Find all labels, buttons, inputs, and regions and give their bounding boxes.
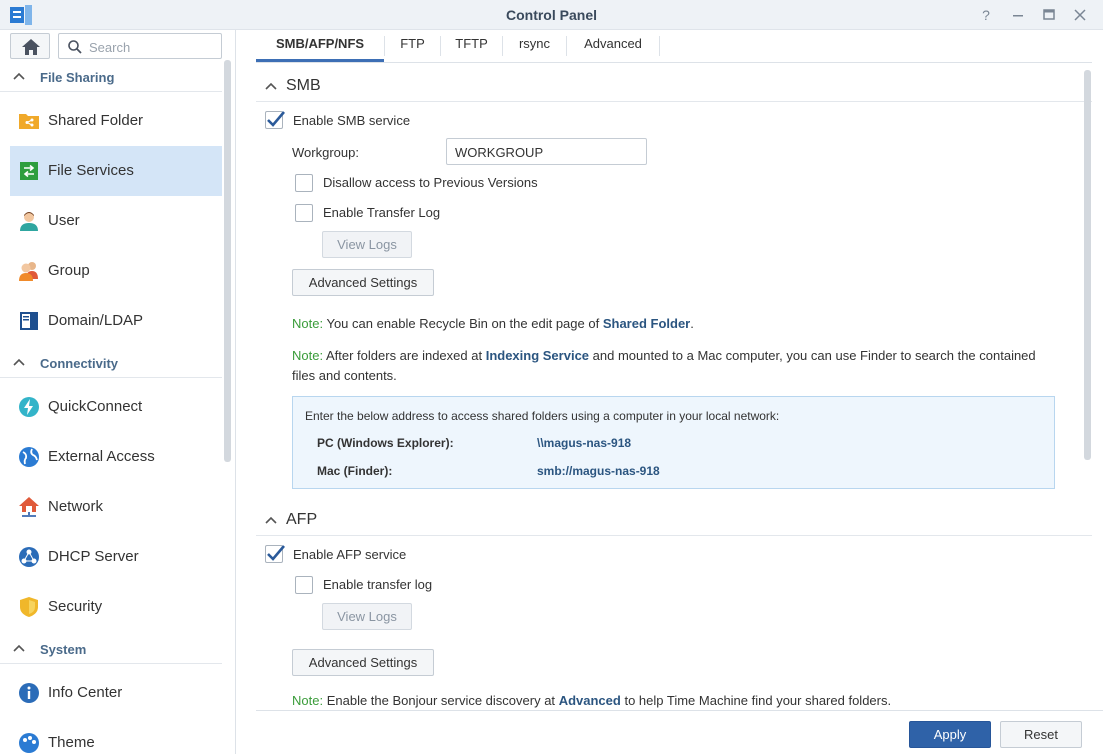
smb-note-indexing: Note: After folders are indexed at Index… (292, 348, 1036, 383)
globe-icon (19, 447, 39, 467)
workgroup-label: Workgroup: (292, 145, 359, 160)
indexing-service-link[interactable]: Indexing Service (486, 348, 589, 363)
shield-icon (20, 597, 38, 617)
sidebar: Search File Sharing Shared Folder File S… (0, 30, 236, 754)
tab-separator (659, 36, 660, 56)
reset-button[interactable]: Reset (1000, 721, 1082, 748)
afp-transfer-log-label: Enable transfer log (323, 577, 433, 592)
advanced-link[interactable]: Advanced (559, 693, 621, 708)
chevron-up-icon (265, 82, 277, 90)
content-scrollbar[interactable] (1084, 70, 1091, 460)
tab-ftp[interactable]: FTP (385, 30, 440, 62)
chevron-up-icon (13, 644, 25, 652)
enable-afp-checkbox[interactable] (265, 545, 285, 563)
mac-address-value: smb://magus-nas-918 (537, 464, 660, 478)
sidebar-item-dhcp-server[interactable]: DHCP Server (10, 532, 222, 582)
group-icon (19, 262, 38, 281)
sidebar-item-external-access[interactable]: External Access (10, 432, 222, 482)
sidebar-item-network[interactable]: Network (10, 482, 222, 532)
user-icon (20, 212, 38, 231)
sidebar-item-info-center[interactable]: Info Center (10, 668, 222, 718)
pc-address-label: PC (Windows Explorer): (317, 436, 454, 450)
window-title: Control Panel (505, 7, 597, 23)
checkmark-icon (267, 111, 285, 127)
search-icon (68, 40, 82, 54)
section-header-smb[interactable]: SMB (256, 68, 1092, 102)
section-header-afp[interactable]: AFP (256, 502, 1092, 536)
help-icon[interactable]: ? (976, 5, 996, 25)
footer-bar: Apply Reset (256, 710, 1103, 754)
home-button[interactable] (10, 33, 50, 59)
minimize-icon[interactable] (1008, 5, 1028, 25)
address-intro-text: Enter the below address to access shared… (305, 409, 780, 423)
chevron-up-icon (265, 516, 277, 524)
category-system[interactable]: System (0, 634, 222, 664)
main-content: SMB Enable SMB service Workgroup: WORKGR… (256, 63, 1092, 710)
category-file-sharing[interactable]: File Sharing (0, 62, 222, 92)
tab-rsync[interactable]: rsync (503, 30, 566, 62)
sidebar-item-file-services[interactable]: File Services (10, 146, 222, 196)
category-connectivity[interactable]: Connectivity (0, 348, 222, 378)
shared-folder-link[interactable]: Shared Folder (603, 316, 690, 331)
enable-smb-checkbox[interactable] (265, 111, 285, 129)
afp-transfer-log-checkbox[interactable] (295, 576, 313, 594)
workgroup-input[interactable]: WORKGROUP (446, 138, 647, 165)
smb-advanced-settings-button[interactable]: Advanced Settings (292, 269, 434, 296)
sidebar-scrollbar[interactable] (224, 60, 231, 462)
smb-address-info-box: Enter the below address to access shared… (292, 396, 1055, 489)
sidebar-item-security[interactable]: Security (10, 582, 222, 632)
domain-icon (20, 312, 38, 330)
tab-tftp[interactable]: TFTP (441, 30, 502, 62)
mac-address-label: Mac (Finder): (317, 464, 393, 478)
apply-button[interactable]: Apply (909, 721, 991, 748)
chevron-up-icon (13, 72, 25, 80)
section-title-afp: AFP (286, 511, 318, 528)
home-icon (22, 39, 40, 55)
sidebar-item-shared-folder[interactable]: Shared Folder (10, 96, 222, 146)
afp-note-bonjour: Note: Enable the Bonjour service discove… (292, 693, 892, 708)
enable-transfer-log-label: Enable Transfer Log (323, 205, 441, 220)
pc-address-value: \\magus-nas-918 (537, 436, 632, 450)
afp-view-logs-button[interactable]: View Logs (322, 603, 412, 630)
enable-transfer-log-checkbox[interactable] (295, 204, 313, 222)
tab-smb-afp-nfs[interactable]: SMB/AFP/NFS (256, 30, 384, 62)
section-title-smb: SMB (286, 77, 321, 94)
sidebar-item-group[interactable]: Group (10, 246, 222, 296)
network-icon (19, 497, 39, 517)
info-icon (19, 683, 39, 703)
dhcp-icon (19, 547, 39, 567)
sidebar-item-quickconnect[interactable]: QuickConnect (10, 382, 222, 432)
checkmark-icon (267, 545, 285, 561)
maximize-icon[interactable] (1039, 5, 1059, 25)
disallow-previous-versions-checkbox[interactable] (295, 174, 313, 192)
smb-view-logs-button[interactable]: View Logs (322, 231, 412, 258)
smb-note-recycle-bin: Note: You can enable Recycle Bin on the … (292, 316, 694, 331)
enable-smb-label: Enable SMB service (293, 113, 411, 128)
disallow-previous-versions-label: Disallow access to Previous Versions (323, 175, 538, 190)
afp-advanced-settings-button[interactable]: Advanced Settings (292, 649, 434, 676)
quickconnect-icon (19, 397, 39, 417)
search-input[interactable]: Search (58, 33, 222, 59)
tab-advanced[interactable]: Advanced (567, 30, 659, 62)
theme-icon (19, 733, 39, 753)
sidebar-item-domain-ldap[interactable]: Domain/LDAP (10, 296, 222, 346)
chevron-up-icon (13, 358, 25, 366)
sidebar-item-user[interactable]: User (10, 196, 222, 246)
enable-afp-label: Enable AFP service (293, 547, 407, 562)
search-placeholder: Search (89, 40, 131, 55)
sidebar-item-theme[interactable]: Theme (10, 718, 222, 754)
close-icon[interactable] (1070, 5, 1090, 25)
title-bar: Control Panel ? (0, 0, 1103, 30)
file-services-icon (20, 162, 38, 180)
shared-folder-icon (19, 114, 39, 129)
